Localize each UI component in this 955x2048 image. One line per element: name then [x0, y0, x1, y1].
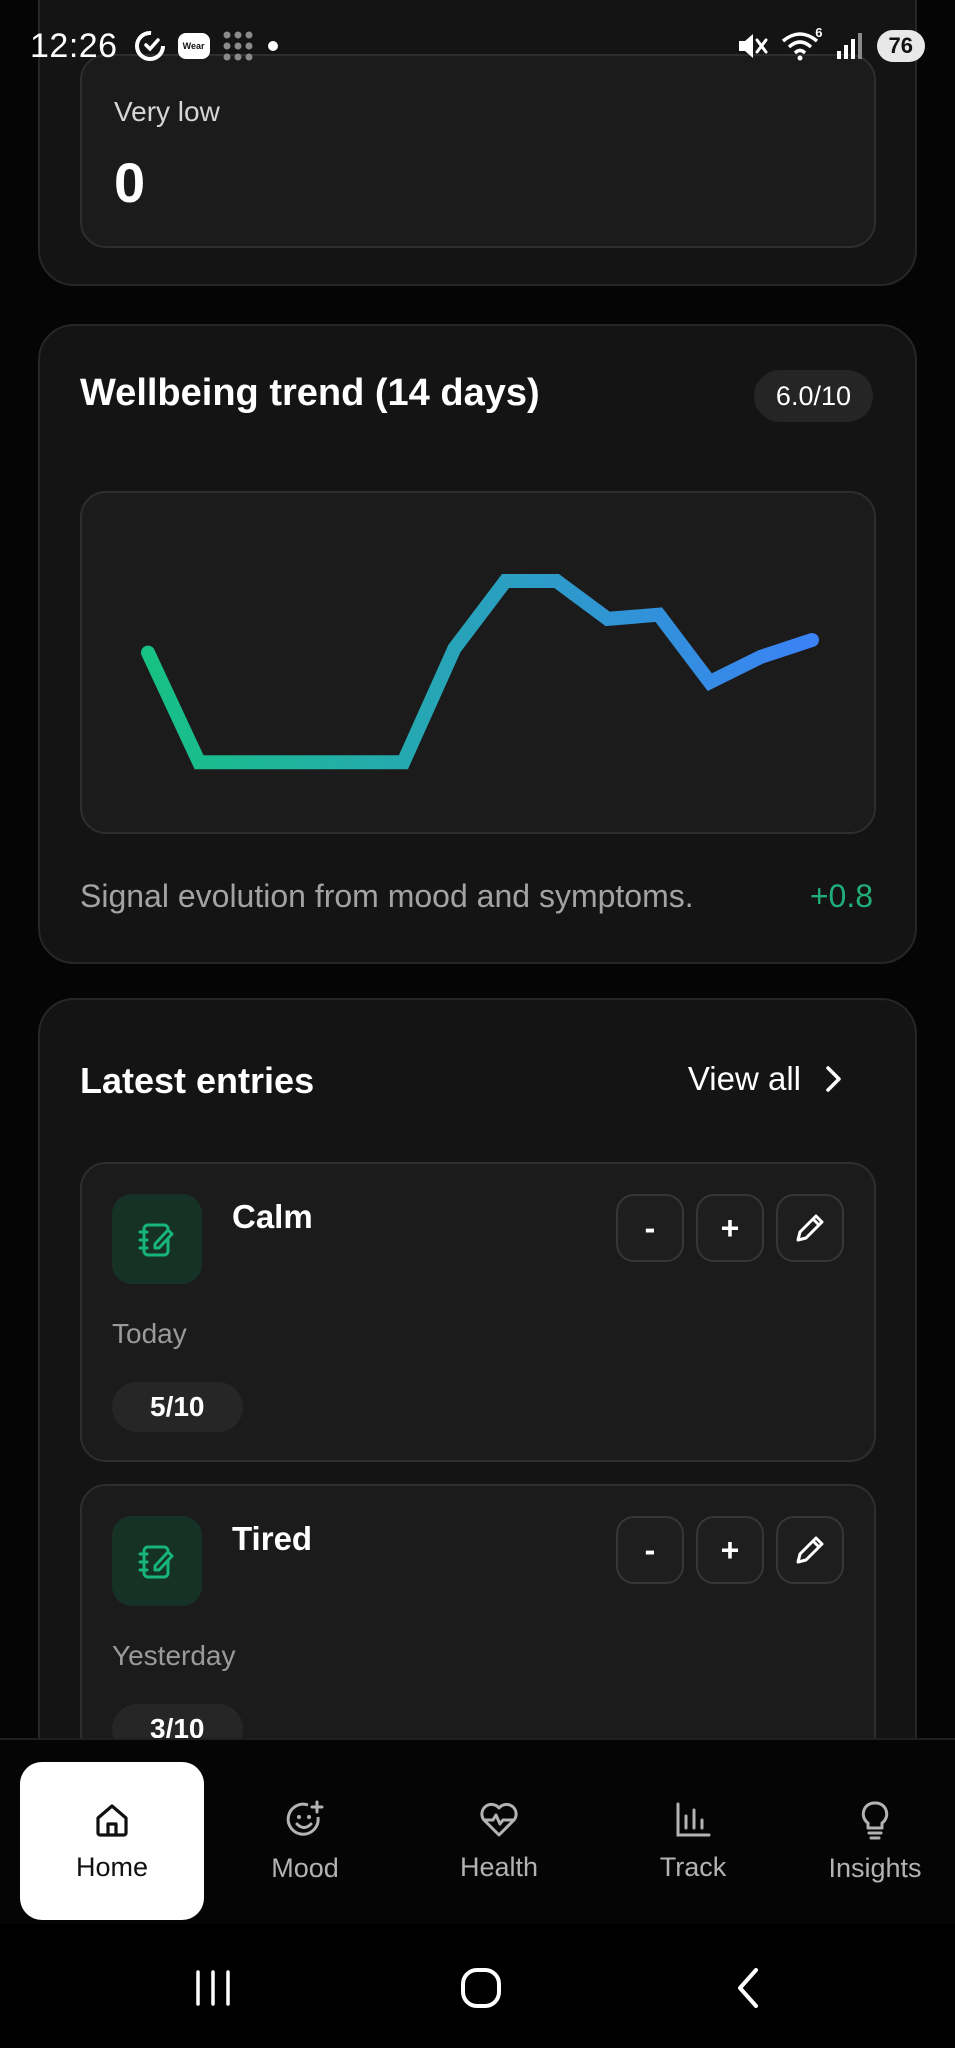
dot-icon — [267, 41, 278, 51]
entry-name: Calm — [232, 1198, 313, 1235]
trend-chart — [80, 491, 876, 834]
decrease-button[interactable]: - — [616, 1516, 684, 1584]
status-notification-icons: Wear — [132, 28, 280, 64]
journal-edit-icon — [112, 1194, 202, 1284]
system-navigation-bar — [0, 1924, 955, 2048]
bar-chart-icon — [676, 1802, 711, 1836]
status-bar: 12:26 Wear 6 76 — [0, 0, 955, 92]
view-all-label: View all — [687, 1060, 801, 1097]
home-button-icon[interactable] — [459, 1966, 503, 2010]
entry-name: Tired — [232, 1520, 313, 1557]
nav-label: Health — [459, 1851, 539, 1882]
signal-icon — [836, 33, 862, 59]
pencil-icon — [796, 1214, 824, 1242]
very-low-label: Very low — [114, 96, 220, 127]
wear-app-label: Wear — [182, 41, 205, 51]
nav-item-track[interactable]: Track — [601, 1762, 785, 1920]
entry-date: Today — [112, 1318, 187, 1349]
trend-caption: Signal evolution from mood and symptoms. — [80, 878, 694, 914]
wellbeing-trend-card: Wellbeing trend (14 days) 6.0/10 Signal … — [38, 324, 917, 964]
nav-label: Home — [75, 1851, 149, 1882]
mute-icon — [738, 34, 768, 58]
increase-button[interactable]: + — [696, 1516, 764, 1584]
lightbulb-icon — [861, 1801, 889, 1839]
edit-button[interactable] — [776, 1194, 844, 1262]
view-all-link[interactable]: View all — [688, 1060, 843, 1098]
nav-item-home[interactable]: Home — [20, 1762, 204, 1920]
latest-entries-title: Latest entries — [80, 1060, 315, 1101]
wear-app-icon: Wear — [177, 33, 210, 59]
pencil-icon — [796, 1536, 824, 1564]
sync-icon — [134, 31, 165, 61]
entry-score-badge: 5/10 — [112, 1382, 243, 1432]
trend-score-badge: 6.0/10 — [753, 370, 873, 422]
entry-date: Yesterday — [112, 1640, 236, 1671]
entry-actions: - + — [616, 1516, 844, 1584]
wifi-band-label: 6 — [815, 25, 823, 40]
mood-icon — [286, 1800, 324, 1836]
decrease-button[interactable]: - — [616, 1194, 684, 1262]
nav-label: Insights — [828, 1852, 922, 1883]
very-low-value: 0 — [114, 151, 146, 214]
nav-label: Mood — [271, 1852, 339, 1883]
edit-button[interactable] — [776, 1516, 844, 1584]
status-system-icons: 6 76 — [735, 25, 925, 63]
chevron-right-icon — [826, 1066, 841, 1092]
nav-item-health[interactable]: Health — [407, 1762, 591, 1920]
increase-button[interactable]: + — [696, 1194, 764, 1262]
trend-line-series — [141, 574, 819, 770]
status-time: 12:26 — [30, 26, 118, 65]
recents-icon[interactable] — [190, 1968, 236, 2008]
nav-label: Track — [659, 1851, 727, 1882]
entry-card[interactable]: Calm - + Today 5/10 — [80, 1162, 876, 1462]
bottom-nav: Home Mood Health Track Insights — [0, 1738, 955, 1924]
entry-actions: - + — [616, 1194, 844, 1262]
wifi-icon: 6 — [781, 25, 823, 63]
nav-item-mood[interactable]: Mood — [213, 1762, 397, 1920]
battery-indicator: 76 — [876, 30, 925, 62]
back-icon[interactable] — [730, 1966, 766, 2010]
journal-edit-icon — [112, 1516, 202, 1606]
apps-grid-icon — [223, 31, 253, 61]
trend-title: Wellbeing trend (14 days) — [80, 372, 540, 414]
trend-chart-svg — [141, 574, 819, 770]
trend-delta: +0.8 — [809, 878, 873, 914]
heart-pulse-icon — [480, 1802, 518, 1836]
home-icon — [96, 1803, 128, 1837]
nav-item-insights[interactable]: Insights — [795, 1762, 955, 1920]
